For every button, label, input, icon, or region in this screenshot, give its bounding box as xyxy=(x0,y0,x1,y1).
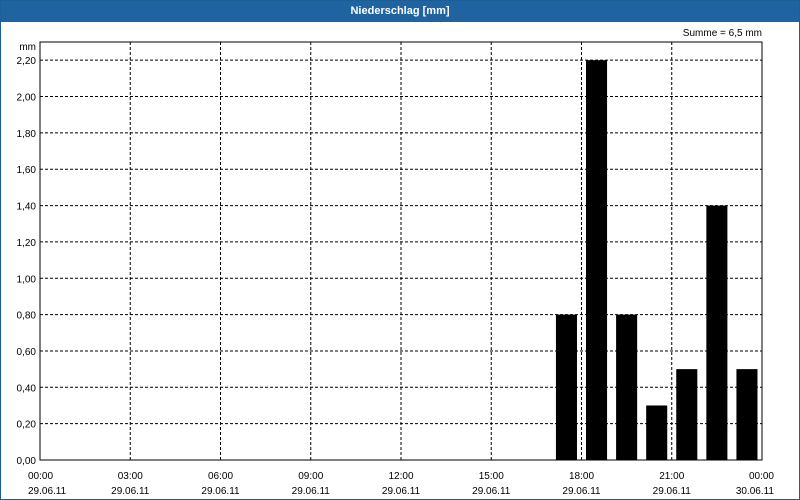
y-tick-label: 0,00 xyxy=(17,456,37,467)
precipitation-bar xyxy=(616,314,638,460)
x-tick-time-label: 03:00 xyxy=(118,471,143,482)
precipitation-bar xyxy=(586,60,608,460)
x-tick-date-label: 29.06.11 xyxy=(292,486,331,497)
bars xyxy=(555,60,758,460)
x-tick-time-label: 12:00 xyxy=(388,471,413,482)
x-tick-date-label: 29.06.11 xyxy=(382,486,421,497)
x-tick-date-label: 29.06.11 xyxy=(28,486,67,497)
y-tick-label: 1,80 xyxy=(17,129,37,140)
y-tick-label: 0,60 xyxy=(17,347,37,358)
x-tick-labels: 00:00 29.06.11 03:00 29.06.11 06:00 29.06.11 0… xyxy=(28,471,774,497)
x-tick-time-label: 06:00 xyxy=(208,471,233,482)
precipitation-bar xyxy=(555,314,577,460)
y-tick-label: 1,40 xyxy=(17,202,37,213)
y-tick-label: 2,00 xyxy=(17,93,37,104)
sum-annotation: Summe = 6,5 mm xyxy=(683,28,762,39)
x-tick-date-label: 29.06.11 xyxy=(653,486,692,497)
precipitation-bar xyxy=(646,405,668,460)
y-tick-label: 0,20 xyxy=(17,420,37,431)
precipitation-bar xyxy=(736,369,758,460)
x-tick-time-label: 00:00 xyxy=(28,471,53,482)
y-axis-unit-label: mm xyxy=(19,42,36,53)
grid xyxy=(40,42,762,460)
x-tick-date-label: 29.06.11 xyxy=(111,486,150,497)
x-tick-time-label: 00:00 xyxy=(749,471,774,482)
precipitation-bar xyxy=(676,369,698,460)
y-tick-label: 0,40 xyxy=(17,383,37,394)
x-tick-time-label: 21:00 xyxy=(659,471,684,482)
x-tick-date-label: 29.06.11 xyxy=(562,486,601,497)
precipitation-bar xyxy=(706,205,728,460)
y-tick-label: 2,20 xyxy=(17,56,37,67)
x-tick-date-label: 30.06.11 xyxy=(736,486,775,497)
x-tick-time-label: 15:00 xyxy=(479,471,504,482)
y-tick-label: 0,80 xyxy=(17,311,37,322)
x-tick-time-label: 09:00 xyxy=(298,471,323,482)
y-tick-label: 1,60 xyxy=(17,165,37,176)
x-tick-time-label: 18:00 xyxy=(569,471,594,482)
y-tick-label: 1,00 xyxy=(17,274,37,285)
x-tick-date-label: 29.06.11 xyxy=(472,486,511,497)
x-tick-date-label: 29.06.11 xyxy=(201,486,240,497)
y-tick-labels: 0,00 0,20 0,40 0,60 0,80 1,00 1,20 1,40 1,60 1,80… xyxy=(17,56,37,467)
y-tick-label: 1,20 xyxy=(17,238,37,249)
precipitation-chart: 0,00 0,20 0,40 0,60 0,80 1,00 1,20 1,40 1,60 1,80… xyxy=(17,28,775,497)
